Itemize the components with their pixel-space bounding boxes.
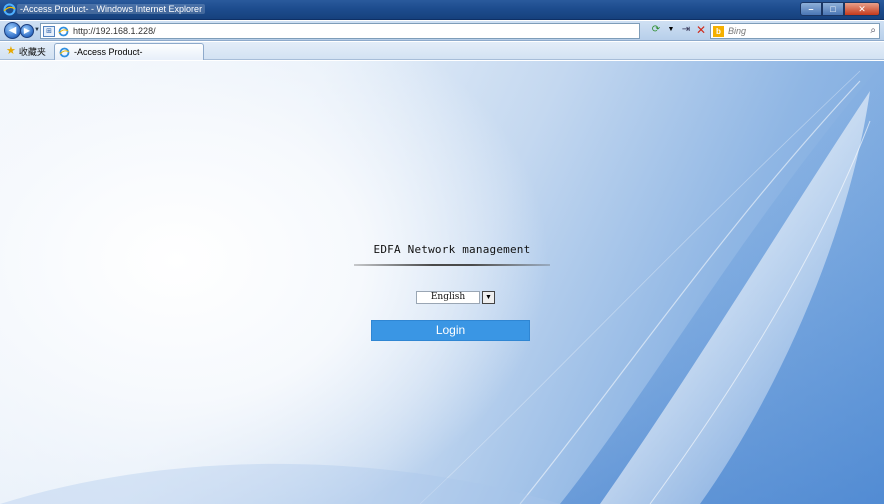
window-titlebar[interactable]: -Access Product- - Windows Internet Expl… — [0, 0, 884, 20]
minimize-button[interactable]: – — [800, 2, 822, 16]
dropdown-icon[interactable]: ▼ — [665, 24, 677, 36]
tab-favicon-icon — [59, 47, 70, 57]
stop-icon[interactable]: ✕ — [695, 24, 707, 36]
favorites-bar: ★ 收藏夹 -Access Product- — [0, 42, 884, 60]
bing-logo-icon: b — [713, 26, 724, 37]
window-controls: – □ ✕ — [800, 2, 880, 17]
page-title: EDFA Network management — [373, 243, 531, 256]
window-title: -Access Product- - Windows Internet Expl… — [17, 4, 206, 14]
internet-explorer-icon — [3, 3, 16, 16]
search-placeholder[interactable]: Bing — [728, 26, 746, 36]
compatibility-view-icon[interactable]: ⊞ — [43, 26, 55, 37]
page-content: EDFA Network management English ▼ Login — [0, 61, 884, 504]
forward-button[interactable]: ▶ — [20, 24, 34, 38]
background-swoosh-graphic — [0, 61, 884, 504]
go-icon[interactable]: ⇥ — [680, 24, 692, 36]
address-url[interactable]: http://192.168.1.228/ — [73, 26, 156, 36]
close-button[interactable]: ✕ — [844, 2, 880, 16]
favorites-label: 收藏夹 — [18, 47, 46, 57]
login-panel: EDFA Network management English ▼ Login — [352, 243, 552, 341]
search-box[interactable]: b Bing ⌕ — [710, 23, 880, 39]
navigation-bar: ◀ ▶ ▼ ⊞ http://192.168.1.228/ ⟳ ▼ ⇥ ✕ b … — [0, 21, 884, 41]
tab-label: -Access Product- — [74, 47, 143, 57]
address-tools: ⟳ ▼ ⇥ ✕ — [650, 24, 707, 36]
title-divider — [354, 264, 550, 266]
maximize-button[interactable]: □ — [822, 2, 844, 16]
refresh-icon[interactable]: ⟳ — [650, 24, 662, 36]
tab-access-product[interactable]: -Access Product- — [54, 43, 204, 60]
favorites-button[interactable]: ★ 收藏夹 — [6, 45, 46, 58]
site-favicon-icon — [58, 26, 69, 37]
login-button[interactable]: Login — [371, 320, 530, 341]
back-button[interactable]: ◀ — [4, 22, 21, 39]
address-bar[interactable]: ⊞ http://192.168.1.228/ — [40, 23, 640, 39]
search-icon[interactable]: ⌕ — [870, 25, 876, 36]
language-select[interactable]: English ▼ — [416, 291, 496, 304]
language-select-value[interactable]: English — [416, 291, 480, 304]
favorites-star-icon: ★ — [6, 45, 16, 57]
chevron-down-icon[interactable]: ▼ — [482, 291, 495, 304]
